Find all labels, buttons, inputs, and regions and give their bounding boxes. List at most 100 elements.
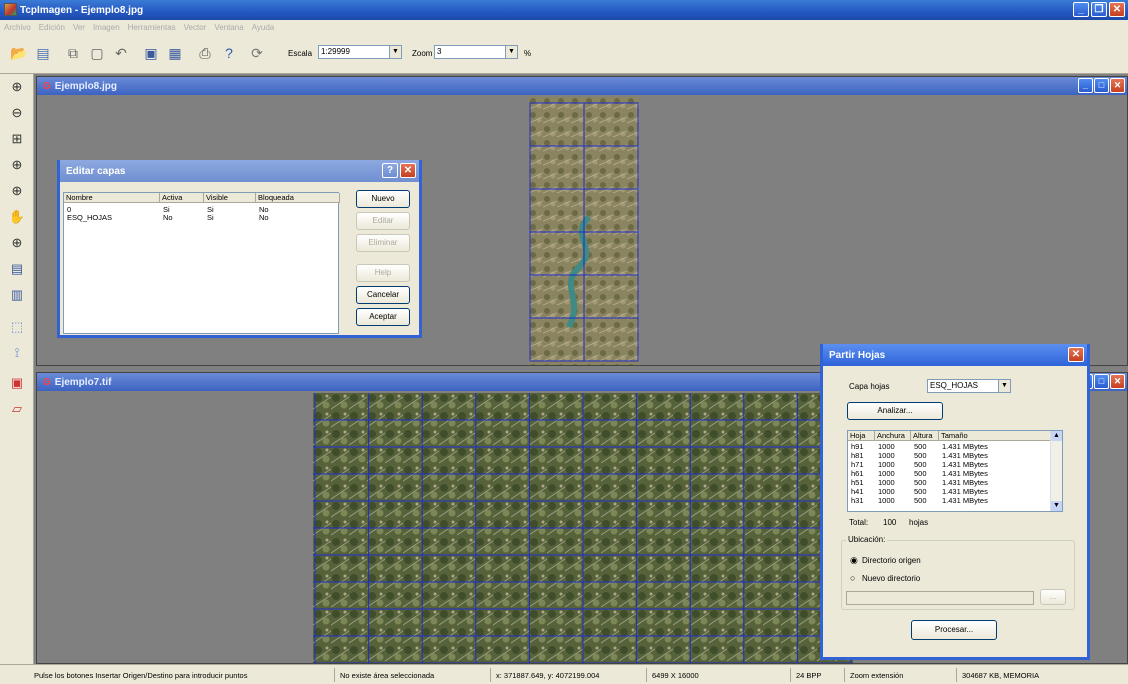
cell-anchura: 1000 xyxy=(878,478,895,487)
cell-hoja: h31 xyxy=(851,496,864,505)
menu-archivo[interactable]: Archivo xyxy=(4,23,31,32)
save-icon[interactable]: ▣ xyxy=(142,44,160,62)
help-button[interactable]: Help xyxy=(356,264,410,282)
main-toolbar: 📂 ▤ ⧉ ▢ ↶ ▣ ▦ ⎙ ? ⟳ Escala 1:29999 ▼ Zoo… xyxy=(0,34,1128,74)
cell-nombre: ESQ_HOJAS xyxy=(67,213,113,222)
close-icon[interactable]: ✕ xyxy=(1109,2,1125,17)
zoom-out-icon[interactable]: ⊖ xyxy=(8,104,26,122)
zoom-extent-icon[interactable]: ⊕ xyxy=(8,182,26,200)
cell-tamano: 1.431 MBytes xyxy=(942,487,988,496)
cell-bloqueada: No xyxy=(259,213,269,222)
col-header-altura[interactable]: Altura xyxy=(911,431,939,441)
scroll-up-icon[interactable]: ▲ xyxy=(1051,431,1062,441)
cell-tamano: 1.431 MBytes xyxy=(942,478,988,487)
total-value: 100 xyxy=(883,518,897,527)
hojas-list[interactable]: Hoja Anchura Altura Tamaño h91 1000 500 1.4… xyxy=(847,430,1063,512)
save-as-icon[interactable]: ▦ xyxy=(166,44,184,62)
zoom-window-icon[interactable]: ⊞ xyxy=(8,130,26,148)
menu-vector[interactable]: Vector xyxy=(184,23,207,32)
open-folder-icon[interactable]: 📂 xyxy=(10,44,28,62)
escala-select[interactable]: 1:29999 ▼ xyxy=(318,45,402,59)
cell-altura: 500 xyxy=(914,451,927,460)
help-icon[interactable]: ? xyxy=(382,163,398,178)
col-header-hoja[interactable]: Hoja xyxy=(848,431,875,441)
editar-capas-dialog: Editar capas ? ✕ Nombre Activa Visible B… xyxy=(57,160,422,338)
zoom-previous-icon[interactable]: ⊕ xyxy=(8,156,26,174)
close-icon[interactable]: ✕ xyxy=(1110,78,1125,93)
polygon-icon[interactable]: ▱ xyxy=(8,400,26,418)
editar-button[interactable]: Editar xyxy=(356,212,410,230)
capa-hojas-select[interactable]: ESQ_HOJAS ▼ xyxy=(927,379,1011,393)
cell-visible: Si xyxy=(207,213,214,222)
aceptar-button[interactable]: Aceptar xyxy=(356,308,410,326)
browse-button[interactable]: ... xyxy=(1040,589,1066,605)
menu-ayuda[interactable]: Ayuda xyxy=(252,23,275,32)
select-rectangle-icon[interactable]: ⬚ xyxy=(8,318,26,336)
cancelar-button[interactable]: Cancelar xyxy=(356,286,410,304)
total-label: Total: xyxy=(849,518,869,527)
eliminar-button[interactable]: Eliminar xyxy=(356,234,410,252)
col-header-nombre[interactable]: Nombre xyxy=(64,193,160,203)
tcp-logo-icon: G xyxy=(43,376,51,388)
help-icon[interactable]: ? xyxy=(220,44,238,62)
cell-tamano: 1.431 MBytes xyxy=(942,451,988,460)
cell-anchura: 1000 xyxy=(878,460,895,469)
cell-altura: 500 xyxy=(914,460,927,469)
close-icon[interactable]: ✕ xyxy=(1068,347,1084,362)
directorio-path-input[interactable] xyxy=(846,591,1034,605)
menu-ver[interactable]: Ver xyxy=(73,23,85,32)
procesar-button[interactable]: Procesar... xyxy=(911,620,997,640)
table-icon[interactable]: ▥ xyxy=(8,286,26,304)
status-coords: x: 371887.649, y: 4072199.004 xyxy=(496,671,600,680)
menu-imagen[interactable]: Imagen xyxy=(93,23,120,32)
close-icon[interactable]: ✕ xyxy=(400,163,416,178)
total-unit: hojas xyxy=(909,518,929,527)
nuevo-button[interactable]: Nuevo xyxy=(356,190,410,208)
maximize-icon[interactable]: □ xyxy=(1094,374,1109,389)
menu-edicion[interactable]: Edición xyxy=(39,23,65,32)
scrollbar[interactable]: ▲ ▼ xyxy=(1050,431,1062,511)
radio-origen-icon[interactable]: ◉ xyxy=(850,555,858,566)
cell-hoja: h61 xyxy=(851,469,864,478)
col-header-anchura[interactable]: Anchura xyxy=(875,431,911,441)
refresh-icon[interactable]: ⟳ xyxy=(248,44,266,62)
col-header-bloqueada[interactable]: Bloqueada xyxy=(256,193,340,203)
cell-activa: No xyxy=(163,213,173,222)
col-header-visible[interactable]: Visible xyxy=(204,193,256,203)
chevron-down-icon[interactable]: ▼ xyxy=(505,46,517,58)
close-icon[interactable]: ✕ xyxy=(1110,374,1125,389)
menu-bar: Archivo Edición Ver Imagen Herramientas … xyxy=(0,20,1128,34)
node-edit-icon[interactable]: ⟟ xyxy=(8,344,26,362)
analizar-button[interactable]: Analizar... xyxy=(847,402,943,420)
copy-icon[interactable]: ⧉ xyxy=(64,44,82,62)
print-icon[interactable]: ⎙ xyxy=(196,44,214,62)
cell-anchura: 1000 xyxy=(878,496,895,505)
chevron-down-icon[interactable]: ▼ xyxy=(998,380,1010,392)
zoom-in-icon[interactable]: ⊕ xyxy=(8,78,26,96)
ubicacion-group: Ubicación: ◉ Directorio origen ○ Nuevo d… xyxy=(841,535,1075,610)
pan-hand-icon[interactable]: ✋ xyxy=(8,208,26,226)
cell-tamano: 1.431 MBytes xyxy=(942,460,988,469)
col-header-tamano[interactable]: Tamaño xyxy=(939,431,1052,441)
map-image-ejemplo7[interactable] xyxy=(313,393,853,663)
radio-nuevo-icon[interactable]: ○ xyxy=(850,573,855,583)
scroll-down-icon[interactable]: ▼ xyxy=(1051,501,1062,511)
menu-ventana[interactable]: Ventana xyxy=(214,23,243,32)
menu-herramientas[interactable]: Herramientas xyxy=(128,23,176,32)
maximize-icon[interactable]: □ xyxy=(1094,78,1109,93)
col-header-activa[interactable]: Activa xyxy=(160,193,204,203)
layers-icon[interactable]: ▤ xyxy=(8,260,26,278)
undo-icon[interactable]: ↶ xyxy=(112,44,130,62)
capas-list[interactable]: Nombre Activa Visible Bloqueada 0 Si Si … xyxy=(63,192,340,334)
zoom-select[interactable]: 3 ▼ xyxy=(434,45,518,59)
georeference-icon[interactable]: ▣ xyxy=(8,374,26,392)
minimize-icon[interactable]: _ xyxy=(1078,78,1093,93)
minimize-icon[interactable]: _ xyxy=(1073,2,1089,17)
zoom-all-icon[interactable]: ⊕ xyxy=(8,234,26,252)
image-icon[interactable]: ▤ xyxy=(34,44,52,62)
map-image-ejemplo8[interactable] xyxy=(529,97,639,365)
new-document-icon[interactable]: ▢ xyxy=(88,44,106,62)
chevron-down-icon[interactable]: ▼ xyxy=(389,46,401,58)
restore-icon[interactable]: ❐ xyxy=(1091,2,1107,17)
app-titlebar: TcpImagen - Ejemplo8.jpg _ ❐ ✕ xyxy=(0,0,1128,20)
